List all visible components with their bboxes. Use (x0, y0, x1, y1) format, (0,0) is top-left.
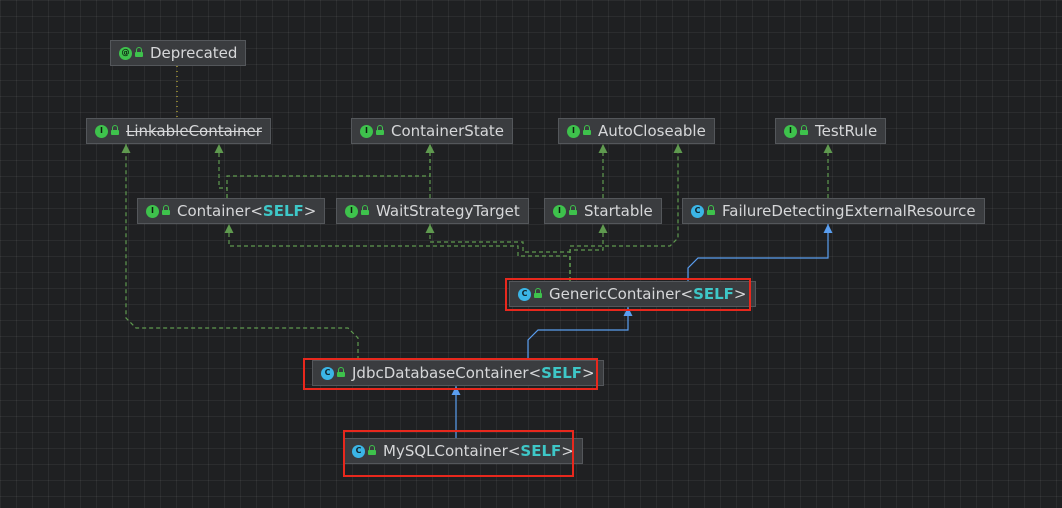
node-startable[interactable]: I Startable (544, 198, 662, 224)
node-container[interactable]: I Container < SELF > (137, 198, 326, 224)
node-label: LinkableContainer (126, 122, 262, 140)
class-icon: C (691, 204, 704, 218)
node-label: JdbcDatabaseContainer (352, 364, 529, 382)
node-container-state[interactable]: I ContainerState (351, 118, 514, 144)
public-lock-icon (337, 367, 345, 377)
public-lock-icon (583, 125, 591, 135)
class-icon: C (518, 287, 531, 301)
type-bracket-open: < (507, 442, 521, 460)
edge-container-to-container_state (226, 144, 435, 198)
interface-icon: I (146, 204, 159, 218)
edge-startable-to-auto_closeable (598, 144, 608, 198)
edge-arrowhead (121, 144, 131, 153)
node-linkable-container[interactable]: I LinkableContainer (86, 118, 271, 144)
interface-icon: I (784, 124, 797, 138)
node-label: FailureDetectingExternalResource (722, 202, 976, 220)
uml-diagram-canvas: @ Deprecated I LinkableContainer I Conta… (0, 0, 1062, 508)
node-label: MySQLContainer (383, 442, 508, 460)
public-lock-icon (534, 288, 542, 298)
edge-jdbc_database_container-to-generic_container (527, 307, 633, 360)
node-label: TestRule (815, 122, 878, 140)
public-lock-icon (111, 125, 119, 135)
interface-icon: I (360, 124, 373, 138)
edge-jdbc_database_container-to-linkable_container (121, 144, 359, 360)
node-failure-detecting-external-resource[interactable]: C FailureDetectingExternalResource (682, 198, 985, 224)
public-lock-icon (707, 205, 715, 215)
node-label: GenericContainer (549, 285, 681, 303)
type-bracket-close: > (303, 202, 317, 220)
public-lock-icon (368, 445, 376, 455)
node-generic-container[interactable]: C GenericContainer < SELF > (509, 281, 756, 307)
public-lock-icon (800, 125, 808, 135)
edge-mysql_container-to-jdbc_database_container (451, 386, 461, 438)
edge-wait_strategy_target-to-container_state (425, 144, 435, 198)
edge-generic_container-to-startable (569, 224, 608, 281)
node-auto-closeable[interactable]: I AutoCloseable (558, 118, 715, 144)
edges-layer (121, 66, 833, 438)
interface-icon: I (95, 124, 108, 138)
interface-icon: I (567, 124, 580, 138)
node-label: Deprecated (150, 44, 238, 62)
edge-arrowhead (451, 386, 461, 395)
type-bracket-close: > (733, 285, 747, 303)
node-deprecated[interactable]: @ Deprecated (110, 40, 247, 66)
abstract-class-icon: C (321, 366, 334, 380)
edge-arrowhead (823, 224, 833, 233)
interface-icon: I (553, 204, 566, 218)
edge-arrowhead (224, 224, 234, 233)
annotation-icon: @ (119, 46, 132, 60)
node-mysql-container[interactable]: C MySQLContainer < SELF > (343, 438, 583, 464)
type-parameter: SELF (693, 285, 734, 303)
interface-icon: I (345, 204, 358, 218)
node-jdbc-database-container[interactable]: C JdbcDatabaseContainer < SELF > (312, 360, 604, 386)
type-parameter: SELF (262, 202, 304, 220)
node-label: AutoCloseable (598, 122, 706, 140)
type-bracket-open: < (250, 202, 263, 220)
edge-arrowhead (623, 307, 633, 316)
type-bracket-open: < (528, 364, 542, 382)
edge-arrowhead (823, 144, 833, 153)
edge-arrowhead (673, 144, 683, 153)
node-test-rule[interactable]: I TestRule (775, 118, 887, 144)
edge-container-to-linkable_container (214, 144, 228, 198)
public-lock-icon (135, 47, 143, 57)
public-lock-icon (361, 205, 369, 215)
type-bracket-open: < (680, 285, 694, 303)
edge-generic_container-to-container (224, 224, 571, 281)
node-wait-strategy-target[interactable]: I WaitStrategyTarget (336, 198, 529, 224)
node-label: Startable (584, 202, 653, 220)
class-icon: C (352, 444, 365, 458)
type-parameter: SELF (541, 364, 583, 382)
edge-arrowhead (598, 224, 608, 233)
node-label: Container (177, 202, 251, 220)
type-bracket-close: > (561, 442, 574, 460)
type-parameter: SELF (520, 442, 562, 460)
edge-arrowhead (425, 224, 435, 233)
public-lock-icon (162, 205, 170, 215)
edge-generic_container-to-wait_strategy_target (425, 224, 571, 281)
public-lock-icon (376, 125, 384, 135)
edge-generic_container-to-failure_detecting (687, 224, 833, 281)
public-lock-icon (569, 205, 577, 215)
edge-arrowhead (214, 144, 224, 153)
type-bracket-close: > (582, 364, 595, 382)
edge-arrowhead (425, 144, 435, 153)
edge-arrowhead (598, 144, 608, 153)
node-label: ContainerState (391, 122, 505, 140)
edge-failure_detecting-to-test_rule (823, 144, 833, 198)
node-label: WaitStrategyTarget (376, 202, 520, 220)
